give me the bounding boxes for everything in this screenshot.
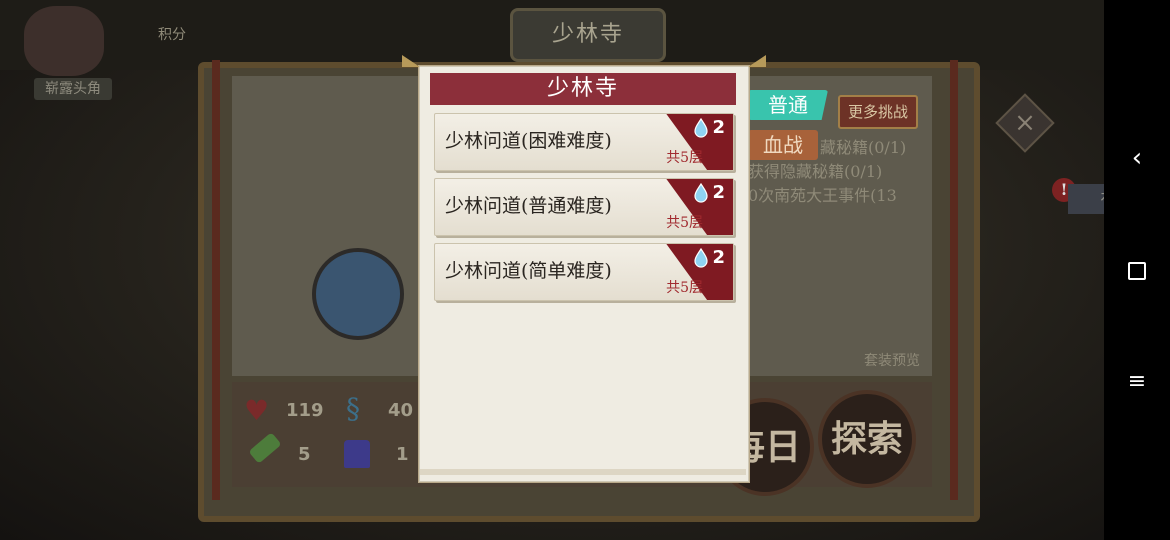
dialog-footer-strip: [420, 469, 746, 475]
level-list: 少林问道(困难难度) 2 共5层 少林问道(普通难度) 2 共5层 少林问道(简…: [434, 113, 734, 308]
quest-line-1: 藏秘籍(0/1): [820, 138, 907, 157]
level-floor-count: 共5层: [666, 280, 703, 296]
set-preview-link[interactable]: 套装预览: [864, 350, 920, 370]
score-label: 积分: [158, 27, 186, 43]
robe-icon: [344, 440, 370, 468]
dungeon-select-dialog: 少林寺 少林问道(困难难度) 2 共5层 少林问道(普通难度) 2 共5层 少林…: [402, 55, 766, 482]
level-name: 少林问道(普通难度): [445, 195, 612, 217]
menu-icon[interactable]: ≡: [1121, 366, 1153, 398]
close-icon: ×: [1014, 108, 1036, 138]
mode-normal-button[interactable]: 普通: [748, 90, 828, 120]
water-drop-icon: [694, 183, 708, 203]
level-item-normal[interactable]: 少林问道(普通难度) 2 共5层: [434, 178, 734, 236]
stat-health: 119: [286, 400, 324, 421]
explore-button[interactable]: 探索: [818, 390, 916, 488]
frame-pillar-right: [950, 60, 958, 500]
level-floor-count: 共5层: [666, 150, 703, 166]
level-item-hard[interactable]: 少林问道(困难难度) 2 共5层: [434, 113, 734, 171]
mode-blood-button[interactable]: 血战: [748, 130, 818, 160]
stat-leaf: 5: [298, 444, 311, 465]
level-floor-count: 共5层: [666, 215, 703, 231]
quest-line-3: 0次南苑大王事件(13: [748, 186, 897, 205]
back-icon[interactable]: ‹: [1121, 142, 1153, 174]
quest-line-2: 获得隐藏秘籍(0/1): [748, 162, 883, 181]
level-cost: 2: [712, 182, 725, 203]
water-drop-icon: [694, 248, 708, 268]
dialog-corner-ornament-right: [748, 55, 766, 67]
system-nav-bar: ‹ ≡: [1104, 0, 1170, 540]
level-item-easy[interactable]: 少林问道(简单难度) 2 共5层: [434, 243, 734, 301]
home-icon[interactable]: [1121, 254, 1153, 286]
level-name: 少林问道(困难难度): [445, 130, 612, 152]
map-title: 少林寺: [510, 8, 666, 62]
heart-icon: ♥: [244, 394, 270, 427]
stat-water: 40: [388, 400, 414, 421]
avatar-rank-label: 崭露头角: [34, 78, 112, 100]
dialog-corner-ornament-left: [402, 55, 420, 67]
dialog-title: 少林寺: [430, 73, 736, 105]
stat-robe: 1: [396, 444, 409, 465]
more-challenges-button[interactable]: 更多挑战: [838, 95, 918, 129]
frame-pillar-left: [212, 60, 220, 500]
boss-portrait: [312, 248, 404, 340]
water-icon: §: [346, 392, 360, 425]
level-name: 少林问道(简单难度): [445, 260, 612, 282]
water-drop-icon: [694, 118, 708, 138]
avatar: [24, 6, 104, 76]
level-cost: 2: [712, 117, 725, 138]
level-cost: 2: [712, 247, 725, 268]
